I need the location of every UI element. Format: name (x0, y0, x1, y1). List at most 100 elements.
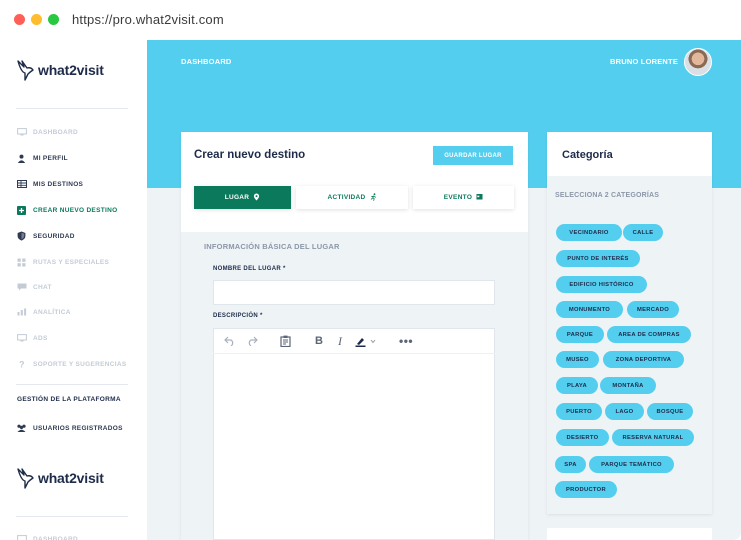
sidebar-item-seguridad[interactable]: SEGURIDAD (16, 229, 75, 243)
sidebar-item-label: RUTAS Y ESPECIALES (33, 258, 110, 266)
sidebar-item-label: SOPORTE Y SUGERENCIAS (33, 360, 127, 368)
sidebar-item-label: MIS DESTINOS (33, 180, 84, 188)
sidebar-item-mi-perfil[interactable]: MI PERFIL (16, 151, 68, 165)
category-chip[interactable]: PUNTO DE INTERÉS (556, 250, 640, 267)
platform-section-title: GESTIÓN DE LA PLATAFORMA (17, 396, 121, 403)
sidebar-item-label: DASHBOARD (33, 535, 78, 540)
sidebar-item-label: ANALÍTICA (33, 308, 71, 316)
logo-text: what2visit (38, 470, 104, 486)
sidebar-item-label: CREAR NUEVO DESTINO (33, 206, 118, 214)
sidebar-item-label: USUARIOS REGISTRADOS (33, 424, 123, 432)
shield-icon (16, 231, 27, 241)
place-name-input[interactable] (213, 280, 495, 305)
bottom-card (547, 528, 712, 540)
category-subtitle: SELECCIONA 2 CATEGORÍAS (555, 192, 660, 199)
category-chip[interactable]: PARQUE (556, 326, 604, 343)
logo[interactable]: what2visit (16, 466, 104, 490)
sidebar-item-soporte-y-sugerencias[interactable]: ? SOPORTE Y SUGERENCIAS (16, 357, 127, 371)
category-chip[interactable]: RESERVA NATURAL (612, 429, 694, 446)
category-chip[interactable]: MERCADO (627, 301, 679, 318)
sidebar-item-dashboard[interactable]: DASHBOARD (16, 125, 78, 139)
monitor-icon (16, 334, 27, 343)
category-chip[interactable]: ZONA DEPORTIVA (603, 351, 684, 368)
question-icon: ? (16, 360, 27, 370)
category-chip[interactable]: BOSQUE (647, 403, 693, 420)
place-name-label: NOMBRE DEL LUGAR * (213, 266, 286, 272)
section-heading: INFORMACIÓN BÁSICA DEL LUGAR (204, 242, 340, 251)
sidebar-item-analitica[interactable]: ANALÍTICA (16, 305, 71, 319)
hummingbird-logo-icon (17, 60, 34, 81)
category-chip[interactable]: MUSEO (556, 351, 599, 368)
undo-icon[interactable] (224, 334, 236, 348)
category-chip[interactable]: PUERTO (556, 403, 602, 420)
sidebar-item-label: CHAT (33, 283, 52, 291)
italic-icon[interactable]: I (338, 334, 342, 348)
category-chip[interactable]: EDIFICIO HISTÓRICO (556, 276, 647, 293)
category-chip[interactable]: AREA DE COMPRAS (607, 326, 691, 343)
bold-icon[interactable]: B (315, 334, 323, 348)
tab-label: ACTIVIDAD (327, 194, 366, 201)
user-name[interactable]: BRUNO LORENTE (610, 57, 678, 66)
sidebar-item-ads[interactable]: ADS (16, 331, 48, 345)
category-title: Categoría (562, 149, 613, 161)
redo-icon[interactable] (246, 334, 258, 348)
logo[interactable]: what2visit (16, 58, 104, 82)
hummingbird-logo-icon (17, 468, 34, 489)
user-icon (16, 154, 27, 163)
save-place-button[interactable]: GUARDAR LUGAR (433, 146, 513, 165)
category-chip[interactable]: LAGO (605, 403, 644, 420)
browser-titlebar: https://pro.what2visit.com (0, 0, 741, 40)
logo-text: what2visit (38, 62, 104, 78)
tab-label: EVENTO (443, 194, 473, 201)
users-icon (16, 424, 27, 433)
tab-label: LUGAR (224, 194, 250, 201)
sidebar-item-crear-nuevo-destino[interactable]: CREAR NUEVO DESTINO (16, 203, 117, 217)
monitor-icon (16, 535, 27, 540)
category-chip[interactable]: CALLE (623, 224, 663, 241)
sidebar-item-label: ADS (33, 334, 48, 342)
sidebar-item-label: DASHBOARD (33, 128, 78, 136)
close-window-button[interactable] (14, 14, 25, 25)
category-chip[interactable]: PRODUCTOR (555, 481, 617, 498)
sidebar-item-label: MI PERFIL (33, 154, 68, 162)
highlighter-icon[interactable] (355, 334, 377, 348)
category-chip[interactable]: PARQUE TEMÁTICO (589, 456, 674, 473)
chart-icon (16, 308, 27, 317)
grid-icon (16, 258, 27, 267)
category-chip[interactable]: VECINDARIO (556, 224, 622, 241)
tab-actividad[interactable]: ACTIVIDAD (296, 186, 408, 209)
sidebar-item-mis-destinos[interactable]: MIS DESTINOS (16, 177, 83, 191)
category-chip[interactable]: MONUMENTO (556, 301, 623, 318)
description-editor[interactable] (213, 328, 495, 540)
category-chip[interactable]: DESIERTO (556, 429, 609, 446)
avatar[interactable] (684, 48, 712, 76)
plus-square-icon (16, 205, 27, 215)
calendar-icon (476, 193, 483, 202)
category-chip[interactable]: SPA (555, 456, 586, 473)
category-chip[interactable]: MONTAÑA (600, 377, 656, 394)
svg-text:?: ? (19, 360, 25, 370)
map-pin-icon (253, 193, 260, 203)
browser-window: https://pro.what2visit.com what2visit DA… (0, 0, 741, 540)
tab-lugar[interactable]: LUGAR (194, 186, 291, 209)
sidebar-item-usuarios-registrados[interactable]: USUARIOS REGISTRADOS (16, 421, 123, 435)
clipboard-icon[interactable] (280, 334, 291, 348)
monitor-icon (16, 128, 27, 137)
sidebar-item-dashboard[interactable]: DASHBOARD (16, 532, 78, 540)
tab-evento[interactable]: EVENTO (413, 186, 514, 209)
sidebar-item-rutas-y-especiales[interactable]: RUTAS Y ESPECIALES (16, 255, 109, 269)
minimize-window-button[interactable] (31, 14, 42, 25)
sidebar-item-chat[interactable]: CHAT (16, 280, 52, 294)
sidebar-divider (16, 384, 128, 385)
address-bar[interactable]: https://pro.what2visit.com (72, 12, 224, 27)
more-icon[interactable]: ••• (399, 334, 413, 348)
table-icon (16, 180, 27, 189)
form-title: Crear nuevo destino (194, 149, 306, 161)
category-chip[interactable]: PLAYA (556, 377, 598, 394)
page-title: DASHBOARD (181, 57, 232, 66)
sidebar-divider (16, 108, 128, 109)
sidebar-divider (16, 516, 128, 517)
maximize-window-button[interactable] (48, 14, 59, 25)
sidebar-item-label: SEGURIDAD (33, 232, 75, 240)
chat-icon (16, 283, 27, 292)
